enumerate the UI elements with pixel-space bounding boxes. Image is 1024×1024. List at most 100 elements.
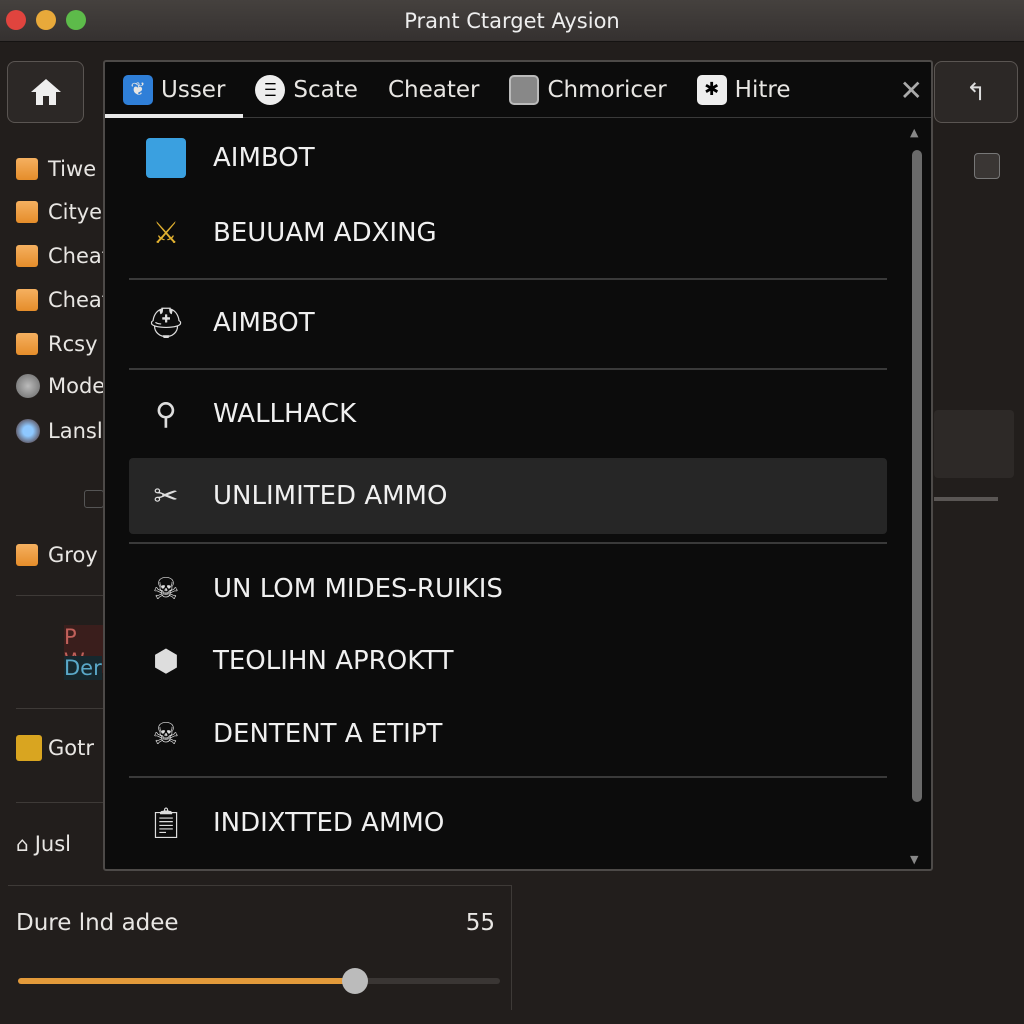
undo-arrow-icon: ↰ xyxy=(965,78,987,106)
window-title: Prant Ctarget Aysion xyxy=(404,9,620,33)
checkbox-icon xyxy=(16,158,38,180)
divider xyxy=(934,497,998,501)
menu-item-label: AIMBOT xyxy=(213,143,315,173)
menu-item[interactable]: ⚔ BEUUAM ADXING xyxy=(129,195,887,271)
scrollbar[interactable]: ▲ ▼ xyxy=(908,126,924,866)
sidebar-item-user[interactable]: ⌂ Jusl xyxy=(16,829,111,859)
title-bar: Prant Ctarget Aysion xyxy=(0,0,1024,42)
back-button[interactable]: ↰ xyxy=(934,61,1018,123)
checkbox-icon xyxy=(16,201,38,223)
sidebar-checkbox[interactable]: Cityel xyxy=(16,197,111,227)
slider-label: Dure lnd adee xyxy=(16,910,179,936)
sidebar-label: Jusl xyxy=(34,832,71,856)
tab-usser[interactable]: ❦ Usser xyxy=(104,62,244,118)
divider xyxy=(129,368,887,370)
menu-item-label: AIMBOT xyxy=(213,308,315,338)
menu-item-label: TEOLIHN APROKTT xyxy=(213,646,454,676)
tab-scate[interactable]: Ⲷ Scate xyxy=(255,62,358,118)
divider xyxy=(129,278,887,280)
sidebar-label: Groy xyxy=(48,543,98,567)
sidebar-checkbox[interactable]: Rcsy xyxy=(16,329,111,359)
radio-icon xyxy=(16,374,40,398)
sidebar-radio[interactable]: Model xyxy=(16,371,111,401)
slider-value: 55 xyxy=(465,910,495,936)
bottom-panel: Dure lnd adee 55 xyxy=(8,885,512,1010)
menu-item[interactable]: ☠ DENTENT A ETIPT xyxy=(129,696,887,772)
sidebar-label: Lansl xyxy=(48,419,103,443)
home-icon xyxy=(30,79,61,105)
menu-item-label: WALLHACK xyxy=(213,399,357,429)
sidebar-radio[interactable]: Lansl xyxy=(16,416,111,446)
feather-icon: ❦ xyxy=(123,74,153,105)
checkbox-icon xyxy=(16,245,38,267)
toggle-icon: Ⲷ xyxy=(255,74,286,105)
checkbox-icon xyxy=(16,544,38,566)
menu-item-highlighted[interactable]: ✂ UNLIMITED AMMO xyxy=(129,458,887,534)
tab-label: Chmoricer xyxy=(547,76,667,103)
tab-label: Scate xyxy=(293,76,358,103)
divider xyxy=(129,542,887,544)
side-box xyxy=(934,410,1014,478)
badge-icon xyxy=(509,74,540,105)
sidebar-item-gotr[interactable]: Gotr xyxy=(16,733,111,763)
sidebar-label: Cheat xyxy=(48,288,110,312)
tab-label: Usser xyxy=(161,76,226,103)
sidebar-checkbox[interactable]: Tiwe xyxy=(16,154,111,184)
divider xyxy=(16,708,111,709)
divider xyxy=(16,802,111,803)
app-icon xyxy=(141,136,191,180)
slider-fill xyxy=(18,978,356,984)
cube-icon: ⬢ xyxy=(152,643,180,679)
sidebar-label: Cityel xyxy=(48,200,108,224)
menu-item[interactable]: ☠ UN LOM MIDES-RUIKIS xyxy=(129,551,887,627)
tab-hitre[interactable]: ✱ Hitre xyxy=(696,62,791,118)
helmet-icon: ⛑ xyxy=(146,305,186,341)
page-icon[interactable] xyxy=(974,153,1000,179)
sidebar-checkbox[interactable]: Cheat xyxy=(16,241,111,271)
slider-handle[interactable] xyxy=(342,968,369,994)
menu-item-label: UN LOM MIDES-RUIKIS xyxy=(213,574,503,604)
menu-item[interactable]: ⚲ WALLHACK xyxy=(129,376,887,452)
divider xyxy=(16,595,111,596)
cheat-menu-dropdown: ❦ Usser Ⲷ Scate Cheater Chmoricer ✱ Hitre ✕… xyxy=(103,60,933,871)
scroll-up-icon[interactable]: ▲ xyxy=(910,126,918,139)
wrench-icon: ⚲ xyxy=(155,396,177,432)
tab-bar: ❦ Usser Ⲷ Scate Cheater Chmoricer ✱ Hitre ✕ xyxy=(104,62,931,118)
gear-icon: ✱ xyxy=(696,74,727,105)
radio-selected-icon xyxy=(16,419,40,443)
menu-item-label: UNLIMITED AMMO xyxy=(213,481,448,511)
right-panel xyxy=(934,140,1024,880)
skull-icon: ☠ xyxy=(152,716,180,752)
slider[interactable] xyxy=(18,968,500,994)
menu-item-label: BEUUAM ADXING xyxy=(213,218,437,248)
menu-item[interactable]: 📋︎ INDIXTTED AMMO xyxy=(129,785,887,861)
small-toggle[interactable] xyxy=(84,490,104,508)
tab-label: Cheater xyxy=(387,76,480,103)
tab-cheater[interactable]: Cheater xyxy=(388,62,480,118)
menu-item[interactable]: ⛑ AIMBOT xyxy=(129,285,887,361)
tab-chmoricer[interactable]: Chmoricer xyxy=(509,62,667,118)
sidebar-checkbox[interactable]: Cheat xyxy=(16,285,111,315)
scroll-down-icon[interactable]: ▼ xyxy=(910,853,918,866)
sidebar-label: Model xyxy=(48,374,111,398)
scrollbar-thumb[interactable] xyxy=(912,150,922,802)
user-icon: ⌂ xyxy=(16,832,29,856)
scissors-icon: ✂ xyxy=(153,478,179,514)
skull-icon: ☠ xyxy=(152,571,180,607)
folder-icon xyxy=(16,735,42,761)
home-button[interactable] xyxy=(7,61,84,123)
menu-item[interactable]: AIMBOT xyxy=(129,120,887,196)
checkbox-icon xyxy=(16,333,38,355)
menu-item-label: DENTENT A ETIPT xyxy=(213,719,443,749)
sidebar: Tiwe Cityel Cheat Cheat Rcsy Model Lansl… xyxy=(8,140,111,880)
sidebar-label: Rcsy xyxy=(48,332,98,356)
close-icon[interactable]: ✕ xyxy=(900,74,923,107)
checkbox-icon xyxy=(16,289,38,311)
sidebar-checkbox[interactable]: Groy xyxy=(16,540,111,570)
sidebar-label: Gotr xyxy=(48,736,94,760)
menu-item-label: INDIXTTED AMMO xyxy=(213,808,445,838)
menu-item[interactable]: ⬢ TEOLIHN APROKTT xyxy=(129,623,887,699)
clipboard-icon: 📋︎ xyxy=(146,805,186,841)
info-text: Der xyxy=(64,656,102,680)
tab-label: Hitre xyxy=(734,76,791,103)
